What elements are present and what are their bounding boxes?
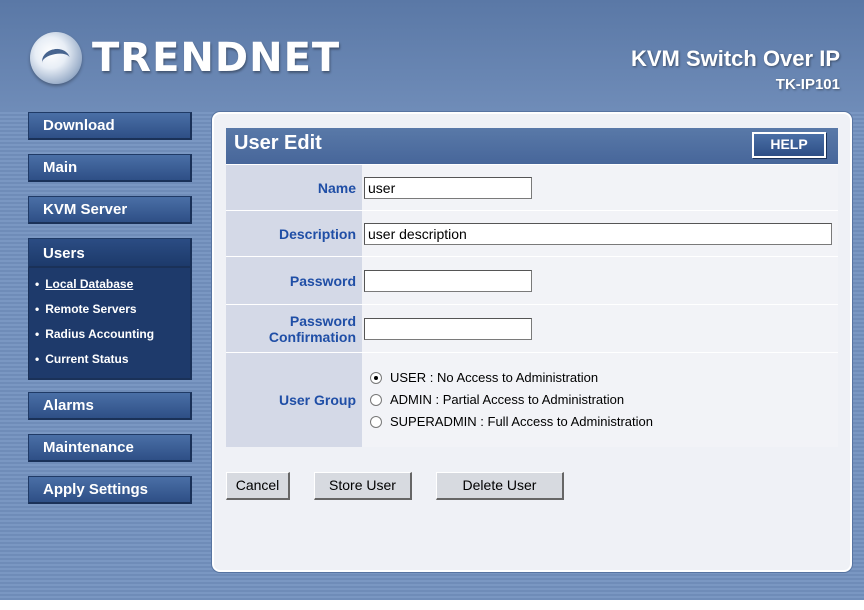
nav-sub-remote-servers[interactable]: • Remote Servers [29, 297, 190, 322]
nav-sub-local-database[interactable]: • Local Database [29, 272, 190, 297]
nav-kvm-server[interactable]: KVM Server [28, 196, 192, 224]
description-label: Description [226, 210, 362, 257]
bullet-icon: • [35, 277, 40, 291]
product-title: KVM Switch Over IP [630, 46, 840, 71]
group-option-admin[interactable]: ADMIN : Partial Access to Administration [364, 389, 838, 411]
name-label: Name [226, 164, 362, 211]
page-title: User Edit [234, 132, 322, 154]
trendnet-logo-icon [30, 32, 82, 84]
store-user-button[interactable]: Store User [314, 472, 412, 500]
radio-user[interactable] [370, 371, 382, 384]
name-input[interactable] [364, 176, 532, 199]
group-option-user[interactable]: USER : No Access to Administration [364, 367, 838, 389]
delete-user-button[interactable]: Delete User [436, 472, 564, 500]
logo: TRENDNET [30, 30, 340, 86]
user-form: Name Description Password Password Confi… [226, 164, 838, 447]
nav-download[interactable]: Download [28, 112, 192, 140]
panel-header: User Edit HELP [226, 128, 838, 164]
user-group-options: USER : No Access to Administration ADMIN… [362, 352, 838, 447]
password-label: Password [226, 256, 362, 305]
main-panel: User Edit HELP Name Description Password… [212, 112, 852, 572]
nav-main[interactable]: Main [28, 154, 192, 182]
product-model: TK-IP101 [775, 76, 840, 93]
nav-users[interactable]: Users [28, 238, 192, 268]
radio-superadmin[interactable] [370, 415, 382, 428]
help-button[interactable]: HELP [752, 132, 826, 158]
cancel-button[interactable]: Cancel [226, 472, 290, 500]
nav-apply-settings[interactable]: Apply Settings [28, 476, 192, 504]
password-confirmation-input[interactable] [364, 317, 532, 340]
bullet-icon: • [35, 302, 40, 316]
password-confirmation-label: Password Confirmation [226, 304, 362, 353]
header: TRENDNET KVM Switch Over IP TK-IP101 [0, 0, 864, 110]
description-input[interactable] [364, 222, 832, 245]
user-group-label: User Group [226, 352, 362, 447]
nav-sub-radius-accounting[interactable]: • Radius Accounting [29, 322, 190, 347]
group-option-superadmin[interactable]: SUPERADMIN : Full Access to Administrati… [364, 411, 838, 433]
bullet-icon: • [35, 327, 40, 341]
nav-sub-current-status[interactable]: • Current Status [29, 347, 190, 372]
radio-admin[interactable] [370, 393, 382, 406]
sidebar: Download Main KVM Server Users • Local Da… [28, 112, 192, 518]
users-submenu: • Local Database • Remote Servers • Radius … [28, 268, 192, 380]
bullet-icon: • [35, 352, 40, 366]
password-input[interactable] [364, 269, 532, 292]
nav-alarms[interactable]: Alarms [28, 392, 192, 420]
nav-maintenance[interactable]: Maintenance [28, 434, 192, 462]
logo-text: TRENDNET [92, 35, 341, 81]
